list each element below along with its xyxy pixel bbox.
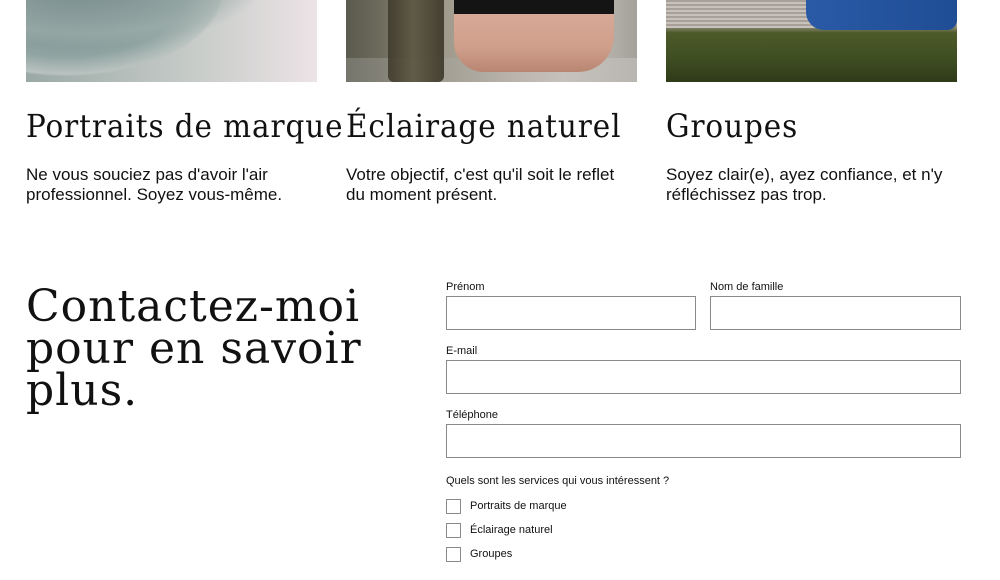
first-name-group: Prénom bbox=[446, 280, 696, 330]
contact-heading: Contactez-moi pour en savoir plus. bbox=[26, 281, 362, 416]
page: Portraits de marque Ne vous souciez pas … bbox=[0, 0, 1000, 580]
photo-jeans bbox=[806, 0, 957, 30]
photo-glass-jar bbox=[388, 0, 444, 82]
photo-arm bbox=[454, 14, 614, 72]
checkbox[interactable] bbox=[446, 498, 461, 514]
first-name-label: Prénom bbox=[446, 281, 485, 293]
first-name-field[interactable] bbox=[446, 296, 696, 330]
service-title: Groupes bbox=[666, 107, 799, 145]
service-card-portraits: Portraits de marque Ne vous souciez pas … bbox=[26, 0, 344, 205]
service-title: Portraits de marque bbox=[26, 107, 344, 145]
last-name-label: Nom de famille bbox=[710, 281, 784, 293]
service-card-natural-light: Éclairage naturel Votre objectif, c'est … bbox=[346, 0, 637, 205]
service-description: Ne vous souciez pas d'avoir l'air profes… bbox=[26, 165, 283, 204]
phone-group: Téléphone bbox=[446, 408, 961, 458]
service-option-label: Portraits de marque bbox=[470, 500, 567, 512]
service-card-groups: Groupes Soyez clair(e), ayez confiance, … bbox=[666, 0, 957, 205]
checkbox[interactable] bbox=[446, 522, 461, 538]
service-description: Votre objectif, c'est qu'il soit le refl… bbox=[346, 165, 615, 204]
contact-form: Prénom Nom de famille E-mail Téléphone Q… bbox=[446, 280, 961, 566]
service-photo-natural-light bbox=[346, 0, 637, 82]
checkbox[interactable] bbox=[446, 546, 461, 562]
services-checkbox-group: Portraits de marque Éclairage naturel Gr… bbox=[446, 494, 961, 566]
email-group: E-mail bbox=[446, 344, 961, 394]
last-name-field[interactable] bbox=[710, 296, 961, 330]
phone-field[interactable] bbox=[446, 424, 961, 458]
service-option-portraits[interactable]: Portraits de marque bbox=[446, 494, 961, 518]
service-title: Éclairage naturel bbox=[346, 107, 622, 145]
services-question: Quels sont les services qui vous intéres… bbox=[446, 475, 670, 487]
service-description: Soyez clair(e), ayez confiance, et n'y r… bbox=[666, 165, 943, 204]
service-photo-groups bbox=[666, 0, 957, 82]
name-row: Prénom Nom de famille bbox=[446, 280, 961, 330]
phone-label: Téléphone bbox=[446, 409, 498, 421]
service-option-label: Éclairage naturel bbox=[470, 524, 553, 536]
service-option-label: Groupes bbox=[470, 548, 513, 560]
last-name-group: Nom de famille bbox=[710, 280, 961, 330]
email-field[interactable] bbox=[446, 360, 961, 394]
email-label: E-mail bbox=[446, 345, 478, 357]
photo-striped-shirt bbox=[666, 0, 816, 28]
service-option-groups[interactable]: Groupes bbox=[446, 542, 961, 566]
service-option-natural-light[interactable]: Éclairage naturel bbox=[446, 518, 961, 542]
service-photo-portraits bbox=[26, 0, 317, 82]
